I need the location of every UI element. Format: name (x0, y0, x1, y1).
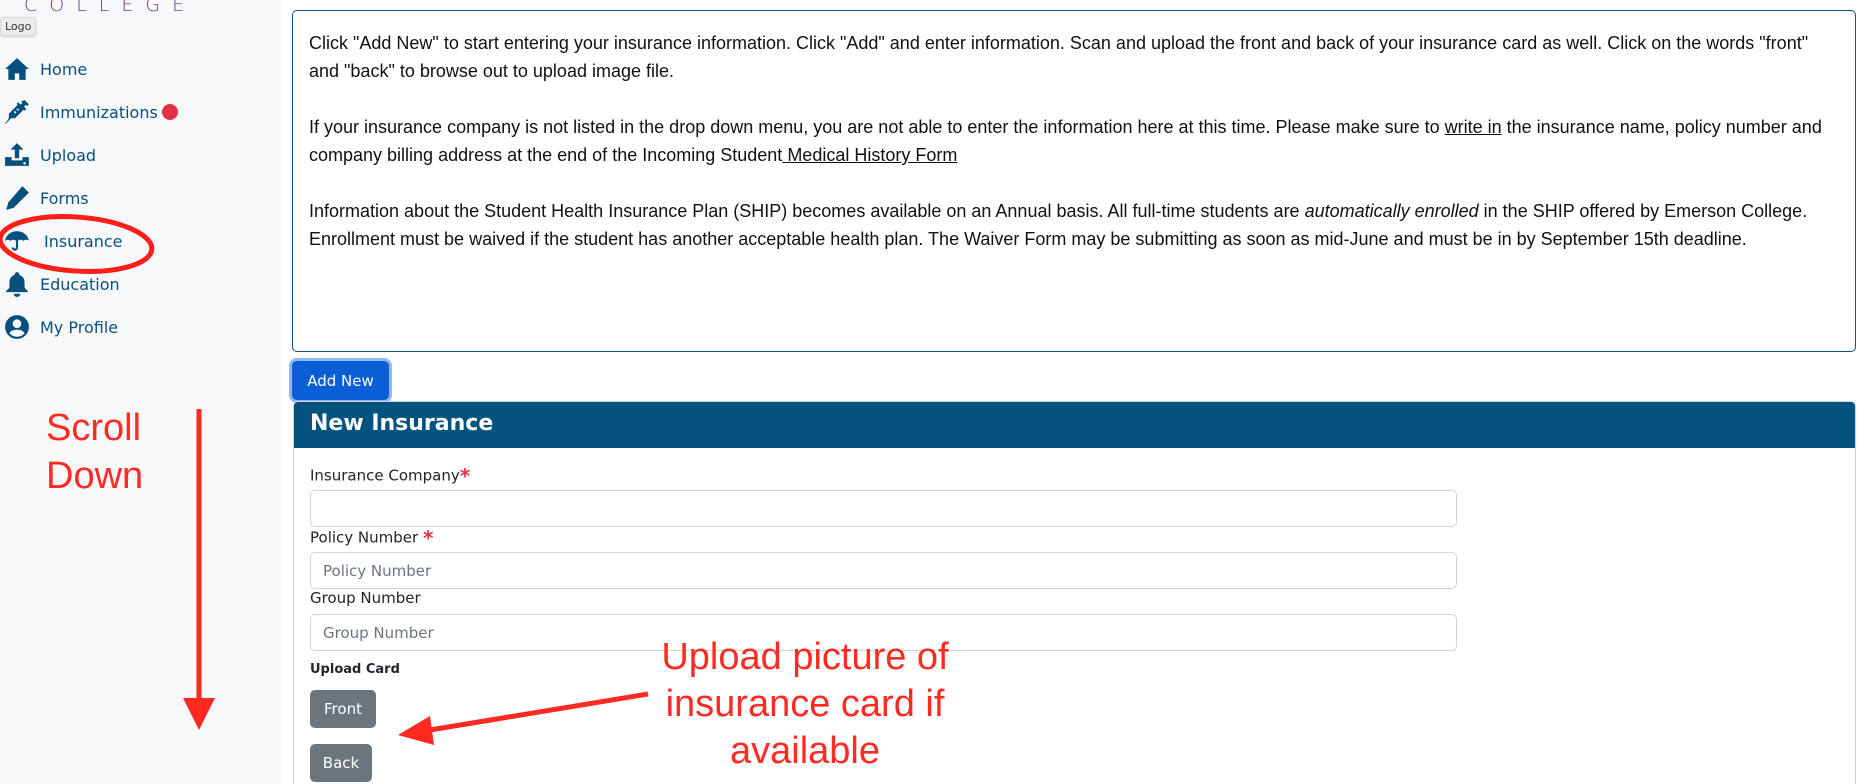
umbrella-icon (0, 226, 34, 256)
bell-icon (0, 269, 34, 299)
scroll-down-annotation: Scroll Down (46, 404, 143, 500)
sidebar-item-home[interactable]: Home (0, 52, 87, 86)
sidebar-item-label: Home (40, 59, 88, 79)
user-circle-icon (0, 312, 34, 342)
sidebar: COLLEGE Logo Home Immunizations Upload F… (0, 0, 282, 784)
label-text: Insurance Company (310, 466, 460, 485)
college-logo[interactable]: COLLEGE (24, 0, 196, 16)
text-segment: Information about the Student Health Ins… (309, 201, 1305, 221)
write-in-link[interactable]: write in (1445, 117, 1502, 137)
sidebar-item-my-profile[interactable]: My Profile (0, 310, 118, 344)
add-new-button[interactable]: Add New (292, 361, 389, 400)
instructions-paragraph-3: Information about the Student Health Ins… (309, 197, 1839, 253)
annotation-line: insurance card if (665, 683, 945, 725)
sidebar-item-label: Forms (40, 188, 89, 208)
required-asterisk: * (422, 526, 434, 550)
upload-front-button[interactable]: Front (310, 690, 376, 728)
policy-number-input[interactable] (310, 552, 1457, 589)
annotation-line: Scroll (46, 407, 142, 449)
text-segment: If your insurance company is not listed … (309, 117, 1445, 137)
sidebar-item-label: Upload (40, 145, 97, 165)
upload-back-button[interactable]: Back (310, 744, 372, 782)
sidebar-item-education[interactable]: Education (0, 267, 120, 301)
insurance-instructions: Click "Add New" to start entering your i… (292, 10, 1856, 352)
policy-number-label: Policy Number * (310, 526, 433, 550)
label-text: Policy Number (310, 528, 423, 547)
sidebar-item-immunizations[interactable]: Immunizations (0, 95, 178, 129)
insurance-company-input[interactable] (310, 490, 1457, 527)
upload-card-annotation: Upload picture of insurance card if avai… (640, 634, 970, 775)
sidebar-item-forms[interactable]: Forms (0, 181, 89, 215)
sidebar-item-label: Immunizations (40, 102, 158, 122)
emphasis-text: automatically enrolled (1304, 201, 1479, 221)
required-asterisk: * (459, 464, 471, 488)
sidebar-item-insurance[interactable]: Insurance (0, 224, 123, 258)
sidebar-item-label: My Profile (40, 317, 119, 337)
insurance-company-label: Insurance Company* (310, 464, 470, 488)
new-insurance-panel: New Insurance Insurance Company* Policy … (293, 401, 1856, 784)
medical-history-form-link[interactable]: Medical History Form (782, 145, 957, 165)
annotation-line: available (730, 730, 880, 772)
instructions-paragraph-1: Click "Add New" to start entering your i… (309, 33, 1809, 81)
panel-title: New Insurance (294, 402, 1855, 448)
sidebar-item-upload[interactable]: Upload (0, 138, 96, 172)
upload-card-label: Upload Card (310, 662, 400, 677)
upload-icon (0, 140, 34, 170)
annotation-line: Upload picture of (661, 636, 949, 678)
sidebar-item-label: Education (40, 274, 120, 294)
logo-tooltip: Logo (0, 17, 37, 36)
annotation-line: Down (46, 455, 144, 497)
home-icon (0, 54, 34, 84)
syringe-icon (0, 97, 34, 127)
group-number-label: Group Number (310, 589, 421, 607)
instructions-paragraph-2: If your insurance company is not listed … (309, 113, 1839, 169)
sidebar-item-label: Insurance (44, 231, 123, 251)
alert-badge (161, 104, 178, 120)
pencil-icon (0, 183, 34, 213)
